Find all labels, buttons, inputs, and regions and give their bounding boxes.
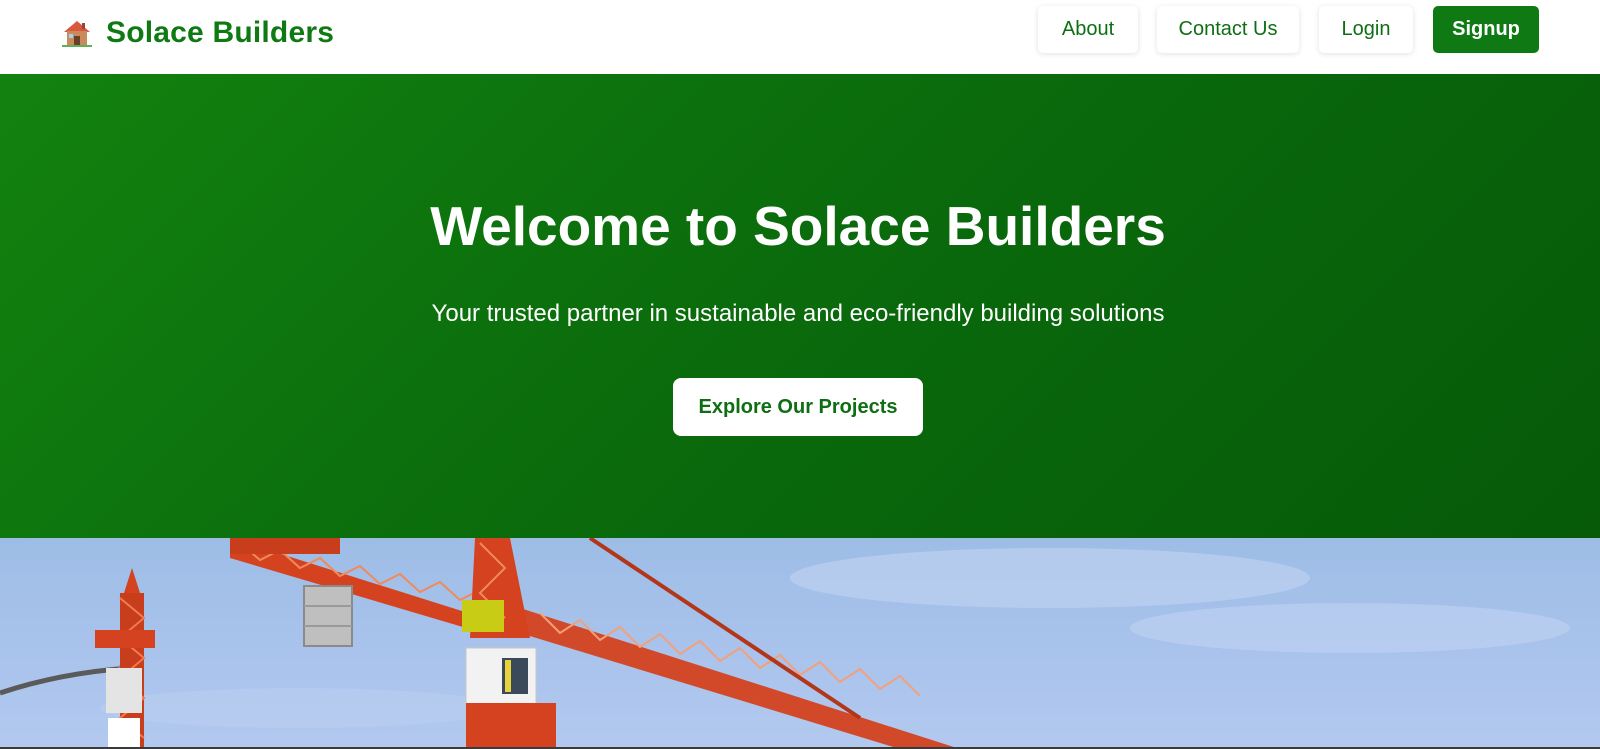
signup-button[interactable]: Signup (1433, 6, 1539, 53)
navbar: Solace Builders About Contact Us Login S… (0, 0, 1600, 74)
brand-name: Solace Builders (106, 16, 335, 49)
house-icon (62, 21, 92, 47)
construction-crane-image (0, 538, 1600, 749)
explore-projects-button[interactable]: Explore Our Projects (673, 378, 923, 436)
brand-logo[interactable]: Solace Builders (60, 12, 334, 54)
about-button[interactable]: About (1038, 6, 1138, 53)
hero-section: Welcome to Solace Builders Your trusted … (0, 74, 1600, 538)
contact-us-button[interactable]: Contact Us (1157, 6, 1299, 53)
crane-illustration (0, 538, 1570, 749)
hero-subtitle: Your trusted partner in sustainable and … (431, 300, 1165, 327)
login-button[interactable]: Login (1319, 6, 1413, 53)
hero-title: Welcome to Solace Builders (430, 195, 1166, 257)
